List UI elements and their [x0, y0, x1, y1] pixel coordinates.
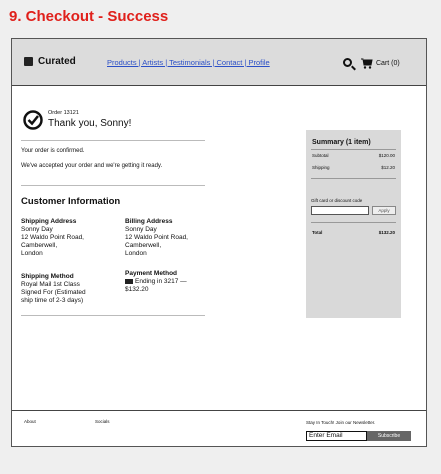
- billing-address: Billing Address Sonny Day 12 Waldo Point…: [125, 218, 188, 258]
- shipping-method-label: Shipping Method: [21, 273, 74, 280]
- address-line: 12 Waldo Point Road,: [125, 234, 188, 241]
- subscribe-button[interactable]: Subscribe: [367, 431, 411, 441]
- thank-you-message: Thank you, Sonny!: [48, 118, 132, 129]
- footer-about-link[interactable]: About: [24, 419, 36, 424]
- card-icon: [125, 278, 133, 284]
- shipping-value: $12.20: [381, 165, 395, 170]
- gift-card-input[interactable]: [311, 206, 369, 215]
- billing-address-label: Billing Address: [125, 218, 173, 225]
- address-line: Camberwell,: [21, 242, 58, 249]
- search-icon[interactable]: [343, 58, 352, 67]
- footer: About Socials Stay In Touch! Join our Ne…: [12, 410, 426, 447]
- order-confirmed-text: Your order is confirmed.: [21, 148, 85, 154]
- checkmark-circle-icon: [23, 110, 43, 130]
- payment-card: Ending in 3217 —: [125, 278, 187, 286]
- apply-button[interactable]: Apply: [372, 206, 396, 215]
- shipping-label: Shipping: [312, 165, 330, 170]
- logo[interactable]: Curated: [24, 56, 76, 67]
- gift-card-label: Gift card or discount code: [311, 198, 363, 203]
- order-summary: Summary (1 item) Subtotal $120.00 Shippi…: [306, 130, 401, 318]
- cart-icon[interactable]: [361, 58, 373, 69]
- payment-amount: $132.20: [125, 286, 149, 293]
- newsletter-label: Stay In Touch! Join our Newsletter.: [306, 420, 376, 425]
- shipping-method-line: ship time of 2-3 days): [21, 297, 84, 304]
- logo-square-icon: [24, 57, 33, 66]
- address-line: 12 Waldo Point Road,: [21, 234, 84, 241]
- total-value: $132.20: [378, 230, 395, 235]
- shipping-method-line: Royal Mail 1st Class: [21, 281, 80, 288]
- shipping-method-line: Signed For (Estimated: [21, 289, 86, 296]
- address-line: Sonny Day: [125, 226, 157, 233]
- page-heading: 9. Checkout - Success: [9, 8, 169, 25]
- shipping-address-label: Shipping Address: [21, 218, 77, 225]
- card-ending: Ending in 3217 —: [135, 278, 187, 285]
- total-label: Total: [312, 230, 323, 235]
- shipping-address: Shipping Address Sonny Day 12 Waldo Poin…: [21, 218, 84, 258]
- order-number: Order 13121: [48, 110, 79, 116]
- subtotal-label: Subtotal: [312, 153, 329, 158]
- address-line: Sonny Day: [21, 226, 53, 233]
- divider: [21, 140, 205, 141]
- divider: [311, 178, 396, 179]
- footer-socials-link[interactable]: Socials: [95, 419, 110, 424]
- summary-title: Summary (1 item): [312, 139, 371, 146]
- checkout-success-frame: Curated Products | Artists | Testimonial…: [11, 38, 427, 447]
- cart-label[interactable]: Cart (0): [376, 60, 400, 67]
- divider: [21, 315, 205, 316]
- logo-text: Curated: [38, 56, 76, 67]
- payment-method: Payment Method Ending in 3217 — $132.20: [125, 270, 187, 294]
- header: Curated Products | Artists | Testimonial…: [12, 39, 426, 86]
- payment-method-label: Payment Method: [125, 270, 178, 277]
- email-input[interactable]: Enter Email: [306, 431, 367, 441]
- subtotal-value: $120.00: [378, 153, 395, 158]
- divider: [311, 222, 396, 223]
- address-line: Camberwell,: [125, 242, 162, 249]
- order-accepted-text: We've accepted your order and we're gett…: [21, 163, 163, 169]
- divider: [311, 149, 396, 150]
- shipping-method: Shipping Method Royal Mail 1st Class Sig…: [21, 273, 86, 305]
- address-line: London: [21, 250, 43, 257]
- nav-links[interactable]: Products | Artists | Testimonials | Cont…: [107, 58, 270, 67]
- address-line: London: [125, 250, 147, 257]
- customer-info-title: Customer Information: [21, 196, 121, 207]
- divider: [21, 185, 205, 186]
